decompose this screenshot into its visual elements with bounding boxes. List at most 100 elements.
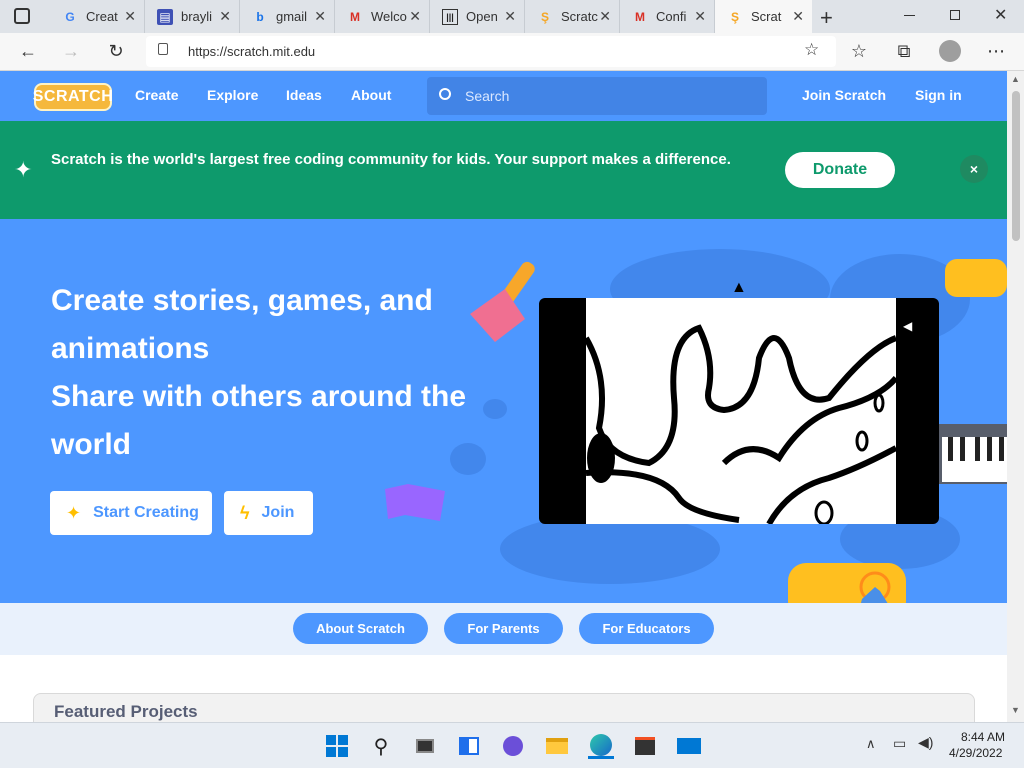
network-icon[interactable]: ▭ xyxy=(893,735,906,752)
project-video-player[interactable]: ◀ xyxy=(539,298,939,524)
donate-button[interactable]: Donate xyxy=(785,152,895,188)
nav-about[interactable]: About xyxy=(351,87,391,103)
new-tab-icon[interactable]: + xyxy=(820,5,833,31)
google-icon: G xyxy=(65,9,75,24)
donate-banner: ✦ Scratch is the world's largest free co… xyxy=(0,121,1007,219)
chat-icon[interactable] xyxy=(500,733,526,759)
url-text[interactable]: https://scratch.mit.edu xyxy=(188,44,315,59)
about-scratch-button[interactable]: About Scratch xyxy=(293,613,428,644)
volume-icon[interactable]: ◀) xyxy=(918,734,933,751)
close-tab-icon[interactable]: ✕ xyxy=(409,8,421,25)
search-icon xyxy=(439,88,451,100)
nav-explore[interactable]: Explore xyxy=(207,87,258,103)
yellow-blob-icon xyxy=(945,259,1007,297)
clock-date[interactable]: 4/29/2022 xyxy=(949,746,1002,760)
profile-avatar[interactable] xyxy=(939,40,961,62)
browser-tab[interactable]: G Creat ✕ xyxy=(50,0,145,33)
scroll-thumb[interactable] xyxy=(1012,91,1020,241)
hero-title-line: Create stories, games, and xyxy=(51,284,433,317)
edge-browser-icon[interactable] xyxy=(588,733,614,759)
sparkle-icon: ✦ xyxy=(66,502,82,523)
background-blob xyxy=(500,514,720,584)
scroll-down-icon[interactable]: ▼ xyxy=(1011,705,1020,715)
mouse-cursor-icon: ▲ xyxy=(731,279,747,296)
browser-tab[interactable]: M Confi ✕ xyxy=(620,0,715,33)
nav-ideas[interactable]: Ideas xyxy=(286,87,322,103)
scratch-icon: Ş xyxy=(730,9,739,24)
browser-tab[interactable]: Ş Scratc ✕ xyxy=(525,0,620,33)
hero-title-line: animations xyxy=(51,332,210,365)
browser-toolbar: ← → ↻ https://scratch.mit.edu ☆ ☆ ⧉ ⋯ xyxy=(0,33,1024,71)
minimize-icon[interactable] xyxy=(904,15,915,16)
clock-time[interactable]: 8:44 AM xyxy=(961,730,1005,744)
hero-title-line: Share with others around the xyxy=(51,380,467,413)
start-icon[interactable] xyxy=(324,733,350,759)
page-scrollbar[interactable]: ▲ ▼ xyxy=(1007,71,1024,722)
widgets-icon[interactable] xyxy=(456,733,482,759)
for-parents-button[interactable]: For Parents xyxy=(444,613,563,644)
back-icon[interactable]: ← xyxy=(15,38,41,64)
tab-actions-icon[interactable] xyxy=(14,8,30,24)
nav-create[interactable]: Create xyxy=(135,87,179,103)
keyboard-icon xyxy=(938,424,1007,484)
task-view-icon[interactable] xyxy=(412,733,438,759)
featured-projects-title: Featured Projects xyxy=(54,702,198,721)
collections-icon[interactable]: ⧉ xyxy=(891,38,917,64)
show-hidden-icons-icon[interactable]: ∧ xyxy=(866,736,876,752)
address-bar[interactable]: https://scratch.mit.edu ☆ xyxy=(146,36,836,67)
search-input[interactable]: Search xyxy=(427,77,767,115)
close-tab-icon[interactable]: ✕ xyxy=(694,8,706,25)
join-label: Join xyxy=(261,504,295,521)
sparkle-icon: ✦ xyxy=(14,157,33,182)
links-bar: About Scratch For Parents For Educators xyxy=(0,603,1007,655)
close-banner-button[interactable]: × xyxy=(960,155,988,183)
browser-tab[interactable]: b gmail ✕ xyxy=(240,0,335,33)
gmail-icon: M xyxy=(635,9,645,24)
hero-section: Create stories, games, and animations Sh… xyxy=(0,219,1007,603)
video-frame-drawing: ◀ xyxy=(583,298,913,524)
scratch-nav-bar: SCRATCH Create Explore Ideas About Searc… xyxy=(0,71,1007,121)
background-blob xyxy=(483,399,507,419)
for-educators-button[interactable]: For Educators xyxy=(579,613,714,644)
join-scratch-link[interactable]: Join Scratch xyxy=(802,87,886,103)
more-menu-icon[interactable]: ⋯ xyxy=(983,38,1009,64)
refresh-icon[interactable]: ↻ xyxy=(103,38,129,64)
sign-in-link[interactable]: Sign in xyxy=(915,87,962,103)
close-tab-icon[interactable]: ✕ xyxy=(599,8,611,25)
windows-taskbar: ⚲ ∧ ▭ ◀) 8:44 AM 4/29/2022 xyxy=(0,722,1024,768)
start-creating-label: Start Creating xyxy=(93,504,199,521)
paintbrush-icon xyxy=(470,261,535,342)
close-tab-icon[interactable]: ✕ xyxy=(124,8,136,25)
start-creating-button[interactable]: ✦ Start Creating xyxy=(50,491,212,535)
restore-icon[interactable] xyxy=(950,10,960,20)
close-window-icon[interactable]: ✕ xyxy=(994,5,1007,25)
join-button[interactable]: ϟ Join xyxy=(224,491,313,535)
bing-icon: b xyxy=(256,9,264,24)
featured-projects-box: Featured Projects xyxy=(33,693,975,722)
close-tab-icon[interactable]: ✕ xyxy=(219,8,231,25)
browser-tab-strip: G Creat ✕ ▤ brayli ✕ b gmail ✕ M Welco ✕… xyxy=(0,0,1024,33)
scroll-up-icon[interactable]: ▲ xyxy=(1011,74,1020,84)
hero-title-line: world xyxy=(51,428,131,461)
lock-icon xyxy=(158,43,168,55)
close-tab-icon[interactable]: ✕ xyxy=(504,8,516,25)
browser-tab[interactable]: ||| Open ✕ xyxy=(430,0,525,33)
favorites-icon[interactable]: ☆ xyxy=(846,38,872,64)
background-blob xyxy=(450,443,486,475)
close-tab-icon[interactable]: ✕ xyxy=(792,8,804,25)
browser-tab[interactable]: M Welco ✕ xyxy=(335,0,430,33)
file-explorer-icon[interactable] xyxy=(544,733,570,759)
tap-hand-icon xyxy=(788,563,906,603)
search-placeholder: Search xyxy=(465,88,510,104)
scratch-logo[interactable]: SCRATCH xyxy=(33,83,113,111)
browser-tab-active[interactable]: Ş Scrat ✕ xyxy=(715,0,812,33)
search-icon[interactable]: ⚲ xyxy=(368,733,394,759)
close-tab-icon[interactable]: ✕ xyxy=(314,8,326,25)
add-favorite-icon[interactable]: ☆ xyxy=(804,40,819,60)
browser-tab[interactable]: ▤ brayli ✕ xyxy=(145,0,240,33)
forward-icon[interactable]: → xyxy=(58,38,84,64)
mail-icon[interactable] xyxy=(676,733,702,759)
store-icon[interactable] xyxy=(632,733,658,759)
gmail-icon: M xyxy=(350,9,360,24)
donate-message: Scratch is the world's largest free codi… xyxy=(51,151,731,168)
